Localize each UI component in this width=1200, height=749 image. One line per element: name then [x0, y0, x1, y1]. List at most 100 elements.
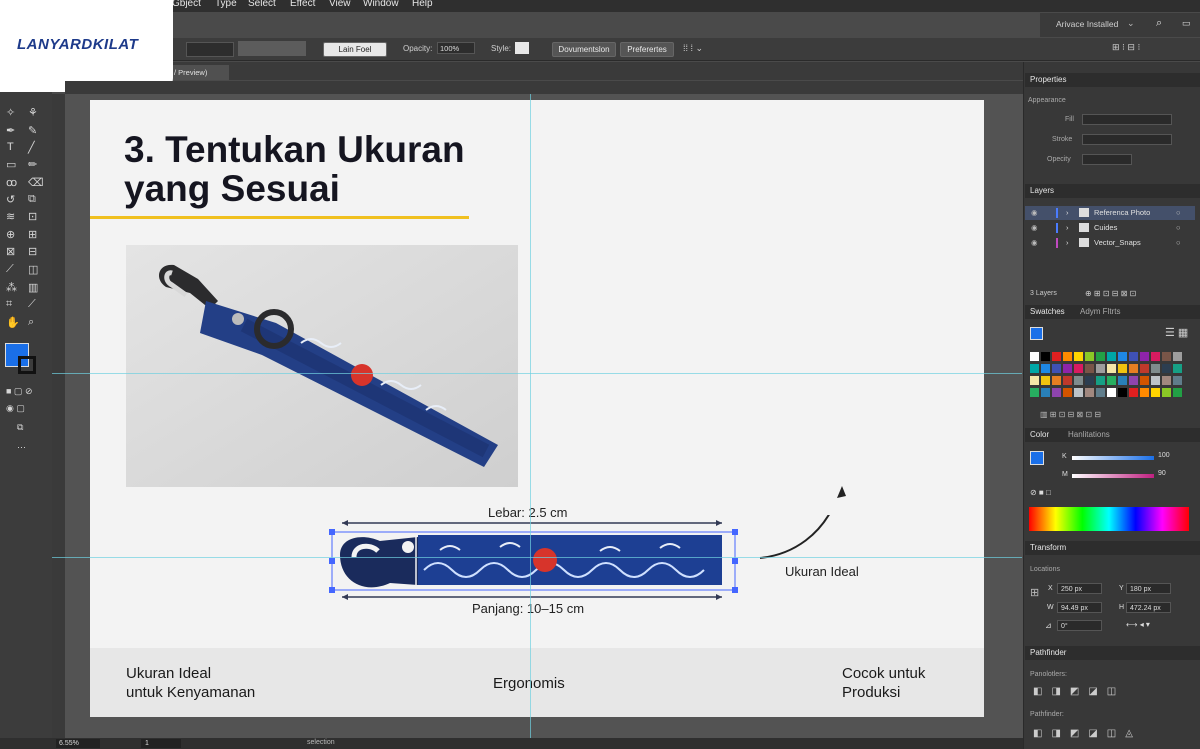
- swatch-chip[interactable]: [1140, 364, 1149, 373]
- color-fill-swatch[interactable]: [1030, 451, 1044, 465]
- swatch-chip[interactable]: [1162, 388, 1171, 397]
- swatch-chip[interactable]: [1063, 376, 1072, 385]
- screen-mode-icon[interactable]: ⧉: [17, 422, 23, 433]
- flip-icons[interactable]: ⟷ ◂ ▾: [1126, 620, 1150, 629]
- swatch-chip[interactable]: [1129, 352, 1138, 361]
- swatch-chip[interactable]: [1085, 388, 1094, 397]
- swatch-actions-icons[interactable]: ▥ ⊞ ⊡ ⊟ ⊠ ⊡ ⊟: [1040, 410, 1101, 419]
- panel-header-swatches[interactable]: Swatches Adym Fltrts: [1025, 305, 1200, 319]
- rotate-tool-icon[interactable]: ↺: [6, 193, 15, 206]
- preferences-button[interactable]: Preferertes: [620, 42, 674, 57]
- curvature-icon[interactable]: ✎: [28, 124, 37, 137]
- shape-builder-icon[interactable]: ⊕: [6, 228, 15, 241]
- fill-field[interactable]: [1082, 114, 1172, 125]
- tab-swatches-secondary[interactable]: Adym Fltrts: [1080, 305, 1120, 319]
- swatch-chip[interactable]: [1162, 364, 1171, 373]
- eraser-icon[interactable]: ⌫: [28, 176, 44, 189]
- horizontal-guide[interactable]: [52, 373, 1022, 374]
- swatch-chip[interactable]: [1063, 388, 1072, 397]
- pencil-tool-icon[interactable]: ✏: [28, 158, 37, 171]
- document-setup-button[interactable]: Dovumentslon: [552, 42, 616, 57]
- horizontal-ruler[interactable]: [65, 81, 1023, 95]
- direct-selection-icon[interactable]: ✧: [6, 106, 15, 119]
- swatch-chip[interactable]: [1118, 388, 1127, 397]
- tab-color-secondary[interactable]: Hanlitations: [1068, 428, 1110, 442]
- style-swatch[interactable]: [515, 42, 529, 54]
- scale-tool-icon[interactable]: ⧉: [28, 193, 36, 206]
- y-input[interactable]: 180 px: [1126, 583, 1171, 594]
- swatch-chip[interactable]: [1041, 364, 1050, 373]
- swatch-chip[interactable]: [1140, 388, 1149, 397]
- swatch-chip[interactable]: [1107, 364, 1116, 373]
- panel-header-color[interactable]: Color Hanlitations: [1025, 428, 1200, 442]
- swatch-chip[interactable]: [1129, 364, 1138, 373]
- x-input[interactable]: 250 px: [1057, 583, 1102, 594]
- swatch-chip[interactable]: [1151, 364, 1160, 373]
- swatch-chip[interactable]: [1173, 388, 1182, 397]
- swatch-chip[interactable]: [1140, 352, 1149, 361]
- k-slider[interactable]: [1072, 456, 1154, 460]
- live-paint-icon[interactable]: ⊞: [28, 228, 37, 241]
- expand-icon[interactable]: ›: [1066, 236, 1069, 250]
- workspace-switcher[interactable]: Arivace Installed: [1056, 19, 1118, 29]
- swatch-chip[interactable]: [1063, 352, 1072, 361]
- lanyard-dimension-diagram[interactable]: [320, 515, 860, 605]
- swatch-chip[interactable]: [1118, 376, 1127, 385]
- eye-icon[interactable]: ◉: [1031, 221, 1038, 235]
- panel-header-layers[interactable]: Layers: [1025, 184, 1200, 198]
- swatch-chip[interactable]: [1162, 376, 1171, 385]
- swatch-chip[interactable]: [1074, 364, 1083, 373]
- swatch-chip[interactable]: [1085, 376, 1094, 385]
- menu-view[interactable]: View: [329, 0, 351, 9]
- expand-icon[interactable]: ›: [1066, 206, 1069, 220]
- slice-tool-icon[interactable]: ⟋: [28, 298, 36, 311]
- hand-tool-icon[interactable]: ✋: [6, 316, 20, 329]
- swatch-chip[interactable]: [1107, 352, 1116, 361]
- brush-select[interactable]: Lain Foel: [323, 42, 387, 57]
- swatch-chip[interactable]: [1030, 364, 1039, 373]
- swatch-chip[interactable]: [1030, 352, 1039, 361]
- eye-icon[interactable]: ◉: [1031, 236, 1038, 250]
- shape-mode-buttons[interactable]: ◧◨◩◪◫: [1033, 686, 1125, 697]
- eyedropper-icon[interactable]: ⟋: [6, 263, 14, 276]
- target-icon[interactable]: ○: [1176, 236, 1181, 250]
- swatch-chip[interactable]: [1151, 376, 1160, 385]
- list-view-icon[interactable]: ☰ ▦: [1165, 326, 1188, 339]
- h-input[interactable]: 472.24 px: [1126, 602, 1171, 613]
- tab-document[interactable]: / Preview): [170, 65, 229, 80]
- zoom-tool-icon[interactable]: ⌕: [28, 316, 34, 329]
- warp-tool-icon[interactable]: ≋: [6, 210, 15, 223]
- menu-window[interactable]: Window: [363, 0, 399, 9]
- menu-select[interactable]: Select: [248, 0, 276, 9]
- stroke-weight-field[interactable]: [186, 42, 234, 57]
- panel-header-transform[interactable]: Transform: [1025, 541, 1200, 555]
- swatch-chip[interactable]: [1074, 388, 1083, 397]
- blob-brush-icon[interactable]: ꝏ: [6, 176, 17, 189]
- stroke-field[interactable]: [1082, 134, 1172, 145]
- swatch-chip[interactable]: [1140, 376, 1149, 385]
- pathfinder-buttons[interactable]: ◧◨◩◪◫◬: [1033, 728, 1142, 739]
- swatch-chip[interactable]: [1173, 352, 1182, 361]
- align-icon[interactable]: ⁞⁞ ⁞ ⌄: [683, 43, 703, 54]
- gradient-tool-icon[interactable]: ◫: [28, 263, 38, 276]
- swatch-chip[interactable]: [1030, 388, 1039, 397]
- magic-wand-icon[interactable]: ⚘: [28, 106, 38, 119]
- opacity-input[interactable]: 100%: [437, 42, 475, 54]
- artboard-number-field[interactable]: 1: [141, 739, 181, 748]
- swatch-fill-icon[interactable]: [1030, 327, 1043, 340]
- m-slider[interactable]: [1072, 474, 1154, 478]
- rectangle-tool-icon[interactable]: ▭: [6, 158, 16, 171]
- menu-effect[interactable]: Effect: [290, 0, 315, 9]
- graph-tool-icon[interactable]: ▥: [28, 281, 38, 294]
- reference-point-icon[interactable]: ⊞: [1030, 586, 1039, 599]
- swatch-chip[interactable]: [1173, 376, 1182, 385]
- vertical-ruler[interactable]: [52, 94, 65, 739]
- chevron-down-icon[interactable]: ⌄: [1127, 18, 1135, 29]
- swatch-chip[interactable]: [1096, 388, 1105, 397]
- swatch-chip[interactable]: [1129, 376, 1138, 385]
- layer-row[interactable]: ◉ › Cuides ○: [1025, 221, 1195, 235]
- swatch-chip[interactable]: [1085, 364, 1094, 373]
- layer-actions-icons[interactable]: ⊕ ⊞ ⊡ ⊟ ⊠ ⊡: [1085, 289, 1136, 298]
- w-input[interactable]: 94.49 px: [1057, 602, 1102, 613]
- layer-name[interactable]: Referenca Photo: [1094, 206, 1150, 220]
